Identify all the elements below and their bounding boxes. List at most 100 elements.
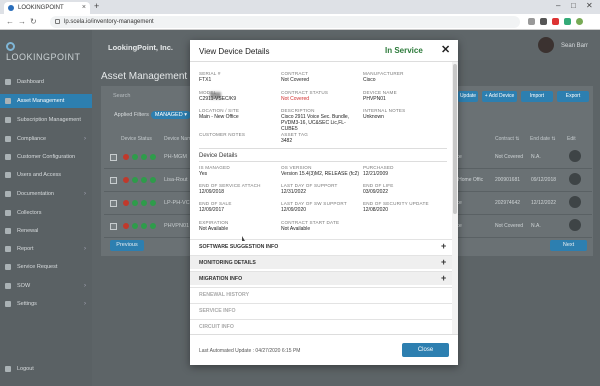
- applied-filters: Applied Filters MANAGED ▾: [114, 111, 191, 119]
- avatar[interactable]: [538, 37, 554, 53]
- plus-icon[interactable]: +: [441, 257, 446, 267]
- back-icon[interactable]: ←: [6, 17, 14, 26]
- sidebar-item[interactable]: Collectors: [0, 206, 92, 220]
- accordion-section[interactable]: MIGRATION INFO +: [190, 271, 452, 285]
- maximize-icon[interactable]: □: [571, 1, 576, 10]
- tab-title: LOOKINGPOINT: [18, 5, 64, 11]
- status-ok-icon: [150, 223, 156, 229]
- reload-icon[interactable]: ↻: [30, 17, 37, 26]
- col-end-date[interactable]: End date ⇅: [530, 136, 556, 142]
- import-button[interactable]: Import: [521, 91, 553, 102]
- mouse-cursor: [242, 236, 245, 241]
- browser-tab[interactable]: LOOKINGPOINT ×: [4, 2, 90, 14]
- row-device-name[interactable]: Lisa-Rout: [164, 177, 188, 183]
- user-name[interactable]: Sean Barr: [561, 43, 588, 49]
- close-button[interactable]: Close: [402, 343, 449, 357]
- window-close-icon[interactable]: ✕: [586, 1, 593, 10]
- row-device-name[interactable]: LP-PH-VC: [164, 200, 190, 206]
- sidebar-item-icon: [5, 191, 11, 197]
- row-contract: Not Covered: [495, 154, 524, 160]
- row-device-name[interactable]: PH-MGM: [164, 154, 187, 160]
- detail-value: 12/08/2020: [363, 207, 389, 213]
- status-ok-icon: [150, 154, 156, 160]
- detail-label: IS MANAGED: [199, 165, 230, 170]
- sidebar-item[interactable]: Renewal: [0, 224, 92, 238]
- row-checkbox[interactable]: [110, 177, 117, 184]
- field-value: Not Covered: [281, 77, 310, 83]
- sidebar-item-label: SOW: [17, 283, 31, 289]
- export-button[interactable]: Export: [557, 91, 589, 102]
- scrollbar-thumb[interactable]: [453, 64, 457, 214]
- url-field[interactable]: lp.scela.io/inventory-management: [50, 16, 520, 28]
- plus-icon[interactable]: +: [441, 241, 446, 251]
- extension-icon[interactable]: [528, 18, 535, 25]
- sidebar-item[interactable]: Documentation ›: [0, 187, 92, 201]
- modal-header: View Device Details In Service ✕: [190, 40, 458, 62]
- detail-label: EXPIRATION: [199, 220, 229, 225]
- sidebar-item[interactable]: Service Request: [0, 260, 92, 274]
- field-value: Cisco 2911 Voice Sec. Bundle, PVDM3-16, …: [281, 114, 350, 132]
- tab-close-icon[interactable]: ×: [82, 2, 86, 14]
- status-ok-icon: [132, 177, 138, 183]
- col-device-name[interactable]: Device Nam: [164, 136, 191, 142]
- accordion-section[interactable]: MONITORING DETAILS +: [190, 255, 452, 269]
- extension-icon[interactable]: [540, 18, 547, 25]
- sidebar-item-icon: [5, 210, 11, 216]
- modal-scrollbar[interactable]: [452, 62, 458, 334]
- row-checkbox[interactable]: [110, 223, 117, 230]
- forward-icon[interactable]: →: [18, 17, 26, 26]
- new-tab-button[interactable]: +: [94, 1, 99, 11]
- detail-label: END OF SERVICE ATTACH: [199, 183, 261, 188]
- sidebar-item[interactable]: Subscription Management: [0, 113, 92, 127]
- modal-title: View Device Details: [199, 47, 270, 56]
- edit-icon[interactable]: [569, 150, 581, 162]
- edit-icon[interactable]: [569, 173, 581, 185]
- col-device-status[interactable]: Device Status: [121, 136, 152, 142]
- close-icon[interactable]: ✕: [441, 43, 450, 56]
- row-checkbox[interactable]: [110, 154, 117, 161]
- sidebar-item-label: Asset Management: [17, 98, 65, 104]
- sidebar-item[interactable]: Report ›: [0, 242, 92, 256]
- row-device-name[interactable]: PHVPN01: [164, 223, 189, 229]
- extension-icon[interactable]: [564, 18, 571, 25]
- sidebar-item[interactable]: Users and Access: [0, 168, 92, 182]
- detail-label: END OF SECURITY UPDATE: [363, 201, 429, 206]
- logo: LOOKINGPOINT: [6, 42, 92, 62]
- next-button[interactable]: Next: [550, 240, 587, 251]
- sidebar-item[interactable]: Settings ›: [0, 297, 92, 311]
- sidebar-item[interactable]: Compliance ›: [0, 132, 92, 146]
- profile-icon[interactable]: [576, 18, 583, 25]
- search-input[interactable]: Search: [110, 90, 190, 102]
- detail-value: Yes: [199, 171, 208, 177]
- col-contract[interactable]: Contract ⇅: [495, 136, 519, 142]
- edit-icon[interactable]: [569, 196, 581, 208]
- status-alert-icon: [123, 223, 129, 229]
- minimize-icon[interactable]: –: [556, 1, 560, 10]
- sidebar-item[interactable]: Asset Management: [0, 94, 92, 108]
- accordion-section: RENEWAL HISTORY: [190, 287, 452, 301]
- sidebar-item[interactable]: Customer Configuration: [0, 150, 92, 164]
- section-label: MIGRATION INFO: [199, 276, 243, 282]
- sidebar-item-label: Users and Access: [17, 172, 62, 178]
- sidebar-item[interactable]: Dashboard: [0, 75, 92, 89]
- sidebar-item[interactable]: SOW ›: [0, 279, 92, 293]
- filter-chip-managed[interactable]: MANAGED ▾: [150, 111, 191, 119]
- accordion-section: SERVICE INFO: [190, 303, 452, 317]
- device-details-heading: Device Details: [199, 153, 238, 159]
- chevron-right-icon: ›: [84, 136, 86, 142]
- add-device-button[interactable]: + Add Device: [482, 91, 517, 102]
- edit-icon[interactable]: [569, 219, 581, 231]
- sidebar-item-label: Settings: [17, 301, 37, 307]
- section-label: RENEWAL HISTORY: [199, 292, 250, 298]
- previous-button[interactable]: Previous: [110, 240, 144, 251]
- update-button[interactable]: Update: [458, 91, 478, 102]
- row-checkbox[interactable]: [110, 200, 117, 207]
- extension-icon[interactable]: [552, 18, 559, 25]
- divider: [199, 161, 447, 162]
- sidebar-item-label: Report: [17, 246, 34, 252]
- accordion-section[interactable]: SOFTWARE SUGGESTION INFO +: [190, 239, 452, 253]
- sidebar-item[interactable]: Logout: [0, 362, 92, 376]
- plus-icon[interactable]: +: [441, 273, 446, 283]
- sidebar-item-icon: [5, 154, 11, 160]
- last-update: Last Automated Update : 04/27/2020 6:15 …: [199, 348, 301, 354]
